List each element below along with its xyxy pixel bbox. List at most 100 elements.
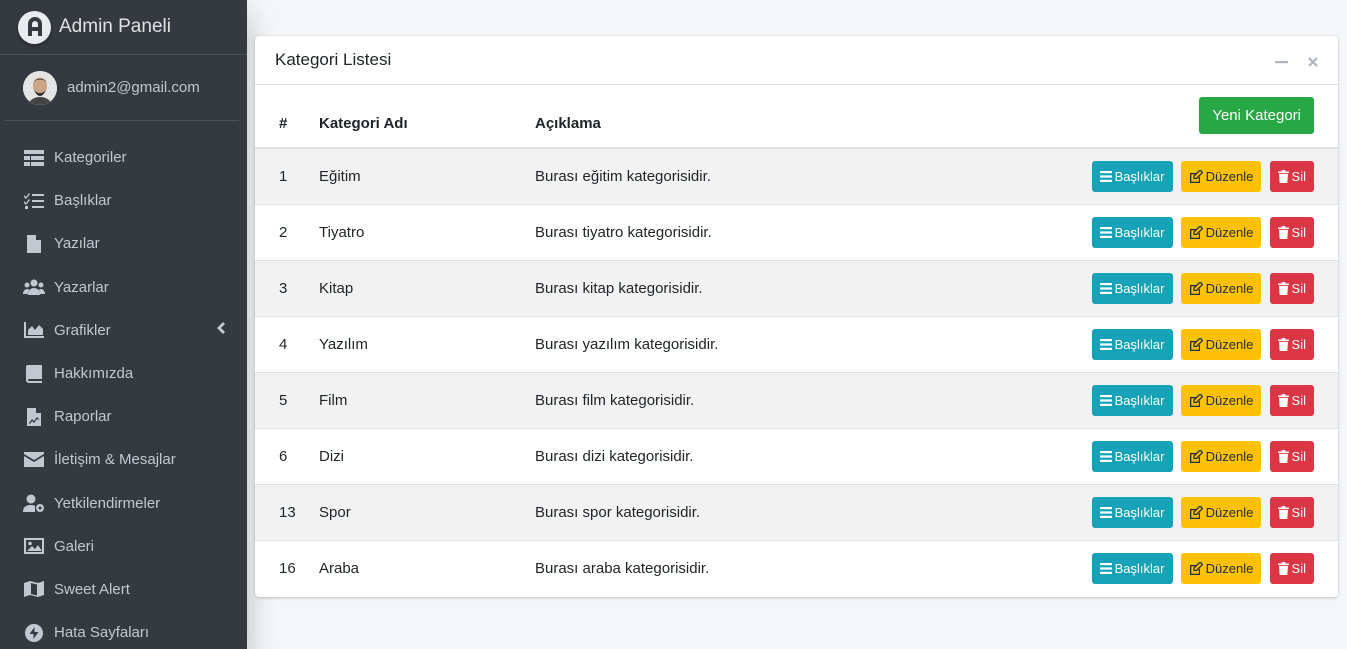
delete-button[interactable]: Sil	[1269, 216, 1314, 248]
table-icon	[23, 148, 45, 168]
sidebar-item-label: Başlıklar	[54, 192, 112, 210]
bars-icon	[1099, 282, 1112, 294]
delete-button[interactable]: Sil	[1269, 328, 1314, 360]
close-icon[interactable]	[1306, 55, 1320, 69]
titles-button[interactable]: Başlıklar	[1091, 552, 1173, 584]
table-row: 16 Araba Burası araba kategorisidir. Baş…	[255, 539, 1338, 596]
titles-button-label: Başlıklar	[1114, 392, 1165, 408]
delete-button[interactable]: Sil	[1269, 552, 1314, 584]
delete-button-label: Sil	[1291, 168, 1306, 184]
delete-button[interactable]: Sil	[1269, 496, 1314, 528]
trash-icon	[1277, 505, 1289, 519]
sidebar-item-hata-sayfalari[interactable]: Hata Sayfaları	[0, 611, 247, 649]
sidebar-item-basliklar[interactable]: Başlıklar	[0, 179, 247, 222]
trash-icon	[1277, 225, 1289, 239]
row-name: Film	[319, 371, 535, 428]
row-id: 13	[255, 483, 319, 540]
category-table: # Kategori Adı Açıklama Yeni Kategori 1 …	[255, 85, 1338, 596]
edit-button[interactable]: Düzenle	[1180, 552, 1262, 584]
titles-button[interactable]: Başlıklar	[1091, 160, 1173, 192]
sidebar-item-grafikler[interactable]: Grafikler	[0, 309, 247, 352]
new-category-button[interactable]: Yeni Kategori	[1199, 96, 1314, 134]
sidebar-item-yazilar[interactable]: Yazılar	[0, 222, 247, 265]
sidebar-item-yetkilendirmeler[interactable]: Yetkilendirmeler	[0, 482, 247, 525]
column-header-num: #	[255, 85, 319, 149]
edit-button[interactable]: Düzenle	[1180, 272, 1262, 304]
sidebar-item-hakkimizda[interactable]: Hakkımızda	[0, 352, 247, 395]
edit-button[interactable]: Düzenle	[1180, 160, 1262, 192]
row-name: Eğitim	[319, 147, 535, 204]
edit-button[interactable]: Düzenle	[1180, 496, 1262, 528]
error-pages-icon	[23, 623, 45, 643]
edit-button[interactable]: Düzenle	[1180, 440, 1262, 472]
user-panel[interactable]: admin2@gmail.com	[5, 55, 239, 121]
book-icon	[23, 364, 45, 384]
titles-button[interactable]: Başlıklar	[1091, 272, 1173, 304]
bars-icon	[1099, 506, 1112, 518]
delete-button[interactable]: Sil	[1269, 160, 1314, 192]
sidebar-item-galeri[interactable]: Galeri	[0, 525, 247, 568]
trash-icon	[1277, 393, 1289, 407]
chevron-left-icon	[217, 321, 225, 339]
bars-icon	[1099, 394, 1112, 406]
row-desc: Burası yazılım kategorisidir.	[535, 315, 875, 372]
collapse-icon[interactable]	[1274, 55, 1288, 69]
sidebar-item-label: İletişim & Mesajlar	[54, 451, 176, 469]
sidebar-item-kategoriler[interactable]: Kategoriler	[0, 136, 247, 179]
edit-button[interactable]: Düzenle	[1180, 328, 1262, 360]
delete-button-label: Sil	[1291, 448, 1306, 464]
trash-icon	[1277, 281, 1289, 295]
sidebar-item-iletisim[interactable]: İletişim & Mesajlar	[0, 438, 247, 481]
row-actions: Başlıklar Düzenle Sil	[874, 203, 1338, 260]
bars-icon	[1099, 450, 1112, 462]
trash-icon	[1277, 169, 1289, 183]
sidebar-item-label: Sweet Alert	[54, 580, 130, 598]
row-name: Kitap	[319, 259, 535, 316]
table-row: 4 Yazılım Burası yazılım kategorisidir. …	[255, 315, 1338, 372]
titles-button[interactable]: Başlıklar	[1091, 216, 1173, 248]
delete-button-label: Sil	[1291, 280, 1306, 296]
edit-button-label: Düzenle	[1205, 392, 1254, 408]
delete-button-label: Sil	[1291, 392, 1306, 408]
row-desc: Burası araba kategorisidir.	[535, 539, 875, 596]
row-name: Spor	[319, 483, 535, 540]
edit-icon	[1189, 225, 1203, 239]
edit-button[interactable]: Düzenle	[1180, 216, 1262, 248]
titles-button[interactable]: Başlıklar	[1091, 328, 1173, 360]
edit-icon	[1189, 505, 1203, 519]
sidebar-item-label: Grafikler	[54, 321, 111, 339]
titles-button[interactable]: Başlıklar	[1091, 384, 1173, 416]
delete-button[interactable]: Sil	[1269, 384, 1314, 416]
delete-button[interactable]: Sil	[1269, 440, 1314, 472]
sidebar: Admin Paneli admin2@gmail.com Kategorile…	[0, 0, 247, 649]
sidebar-item-yazarlar[interactable]: Yazarlar	[0, 266, 247, 309]
brand-logo-icon	[18, 10, 51, 44]
edit-button[interactable]: Düzenle	[1180, 384, 1262, 416]
row-actions: Başlıklar Düzenle Sil	[874, 539, 1338, 596]
row-id: 16	[255, 539, 319, 596]
row-name: Tiyatro	[319, 203, 535, 260]
column-header-actions: Yeni Kategori	[874, 85, 1338, 149]
sidebar-item-raporlar[interactable]: Raporlar	[0, 395, 247, 438]
row-id: 6	[255, 427, 319, 484]
trash-icon	[1277, 449, 1289, 463]
card-tools	[1274, 55, 1320, 69]
row-desc: Burası tiyatro kategorisidir.	[535, 203, 875, 260]
titles-button[interactable]: Başlıklar	[1091, 440, 1173, 472]
delete-button-label: Sil	[1291, 560, 1306, 576]
table-row: 6 Dizi Burası dizi kategorisidir. Başlık…	[255, 427, 1338, 484]
sidebar-item-label: Yazılar	[54, 235, 100, 253]
titles-button[interactable]: Başlıklar	[1091, 496, 1173, 528]
bars-icon	[1099, 170, 1112, 182]
row-id: 1	[255, 147, 319, 204]
sidebar-item-label: Kategoriler	[54, 149, 127, 167]
delete-button[interactable]: Sil	[1269, 272, 1314, 304]
tasks-icon	[23, 191, 45, 211]
brand-link[interactable]: Admin Paneli	[0, 0, 247, 55]
row-actions: Başlıklar Düzenle Sil	[874, 259, 1338, 316]
delete-button-label: Sil	[1291, 504, 1306, 520]
column-header-desc: Açıklama	[535, 85, 875, 149]
sidebar-item-sweet-alert[interactable]: Sweet Alert	[0, 568, 247, 611]
edit-icon	[1189, 393, 1203, 407]
edit-button-label: Düzenle	[1205, 336, 1254, 352]
